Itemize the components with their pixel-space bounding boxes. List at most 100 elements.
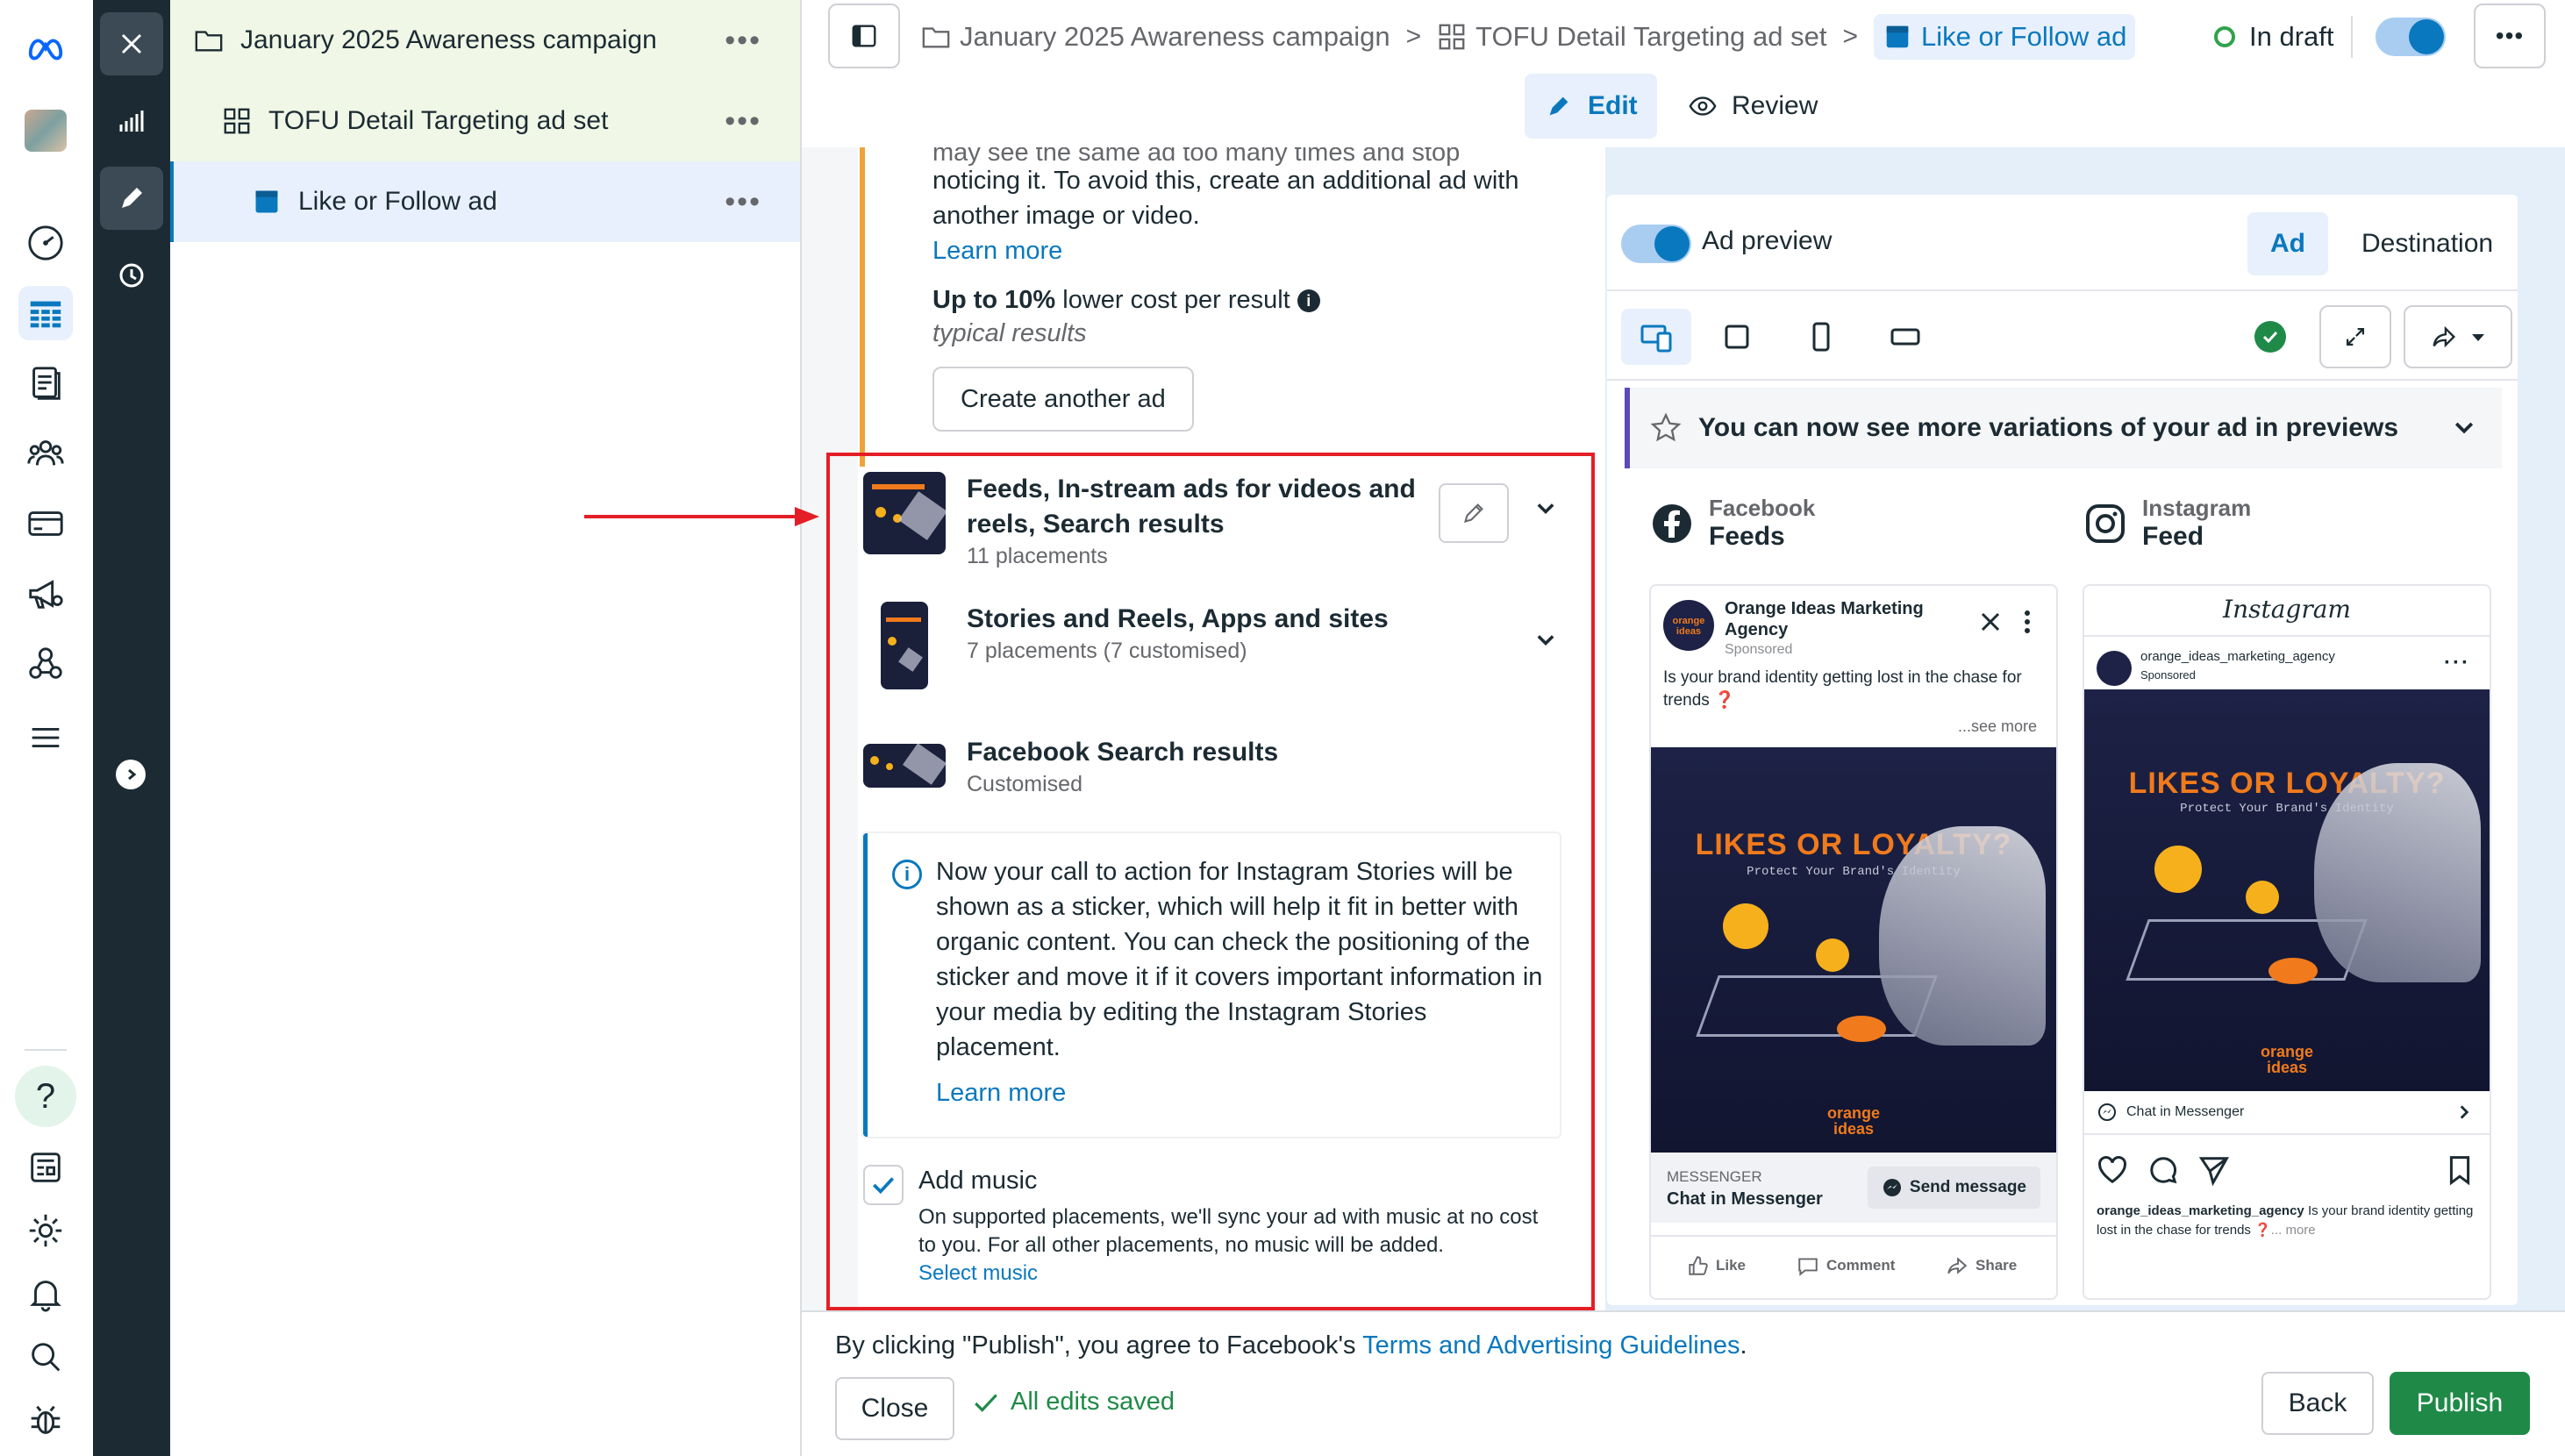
savings-highlight: Up to 10%	[932, 286, 1056, 314]
notifications-bell-icon[interactable]	[18, 1267, 73, 1321]
create-another-ad-button[interactable]: Create another ad	[932, 367, 1194, 432]
send-paper-plane-icon[interactable]	[2198, 1154, 2230, 1186]
edit-placement-pencil-icon[interactable]	[1439, 483, 1509, 543]
select-music-link[interactable]: Select music	[918, 1261, 1038, 1286]
info-learn-more-link[interactable]: Learn more	[936, 1079, 1066, 1108]
help-question-icon[interactable]: ?	[15, 1066, 76, 1127]
facebook-feed-preview[interactable]: orange ideas Orange Ideas Marketing Agenc…	[1651, 586, 2056, 1298]
placement-search-status: Customised	[967, 772, 1082, 796]
instagram-wordmark: Instagram	[2223, 595, 2351, 624]
adset-more-options-icon[interactable]: •••	[725, 104, 761, 139]
folder-icon	[922, 27, 950, 48]
ad-active-toggle[interactable]	[2376, 18, 2446, 56]
landscape-view-icon[interactable]	[1870, 309, 1940, 365]
variations-banner-text: You can now see more variations of your …	[1698, 413, 2399, 442]
placement-stories-thumbnail	[881, 602, 928, 689]
facebook-post-more-icon[interactable]	[2023, 609, 2032, 635]
all-tools-menu-icon[interactable]	[18, 710, 73, 765]
meta-logo-icon[interactable]	[18, 21, 73, 75]
instagram-cta-bar[interactable]: Chat in Messenger	[2084, 1091, 2490, 1135]
facebook-hide-close-icon[interactable]	[1977, 609, 2004, 635]
placement-group-feeds[interactable]: Feeds, In-stream ads for videos and reel…	[863, 472, 1423, 569]
tree-adset-row[interactable]: TOFU Detail Targeting ad set •••	[170, 81, 800, 161]
toggle-sidebar-icon[interactable]	[828, 4, 900, 68]
send-message-button[interactable]: Send message	[1867, 1167, 2040, 1209]
placement-group-fb-search[interactable]: Facebook Search results Customised	[863, 735, 1423, 797]
settings-gear-icon[interactable]	[18, 1203, 73, 1258]
banner-chevron-down-icon[interactable]	[2451, 415, 2477, 441]
share-preview-dropdown[interactable]	[2404, 305, 2512, 368]
recommendation-learn-more-link[interactable]: Learn more	[932, 233, 1564, 268]
recommendation-savings: Up to 10% lower cost per result i	[932, 282, 1564, 318]
facebook-like-action[interactable]: Like	[1686, 1254, 1746, 1277]
placement-search-title: Facebook Search results	[967, 738, 1279, 767]
instagram-caption-more[interactable]: ❓... more	[2254, 1223, 2316, 1238]
more-options-icon[interactable]: •••	[2474, 4, 2546, 68]
heart-icon[interactable]	[2097, 1154, 2128, 1186]
breadcrumb-campaign[interactable]: January 2025 Awareness campaign	[921, 21, 1390, 53]
back-button[interactable]: Back	[2261, 1372, 2374, 1435]
terms-link[interactable]: Terms and Advertising Guidelines	[1362, 1331, 1740, 1360]
breadcrumb-ad[interactable]: Like or Follow ad	[1873, 14, 2136, 60]
send-message-label: Send message	[1909, 1178, 2026, 1196]
add-music-checkbox[interactable]	[863, 1165, 904, 1205]
ad-more-options-icon[interactable]: •••	[725, 185, 761, 219]
account-avatar[interactable]	[18, 103, 73, 158]
pages-icon[interactable]	[18, 356, 73, 410]
placement-feeds-chevron-down-icon[interactable]	[1533, 496, 1558, 527]
billing-card-icon[interactable]	[18, 496, 73, 551]
facebook-caption: Is your brand identity getting lost in t…	[1663, 667, 2044, 712]
tab-destination[interactable]: Destination	[2339, 212, 2516, 275]
instagram-post-more-icon[interactable]: ···	[2444, 651, 2470, 675]
news-icon[interactable]	[18, 1140, 73, 1195]
facebook-see-more-link[interactable]: ...see more	[1958, 717, 2037, 736]
square-view-icon[interactable]	[1702, 309, 1772, 365]
portrait-view-icon[interactable]	[1786, 309, 1856, 365]
preview-device-toolbar	[1607, 293, 2518, 381]
close-button[interactable]: Close	[835, 1377, 954, 1440]
desktop-mobile-view-icon[interactable]	[1621, 309, 1691, 365]
mode-switcher: Edit Review	[802, 74, 2565, 144]
placement-stories-chevron-down-icon[interactable]	[1533, 628, 1558, 659]
instagram-placement-label: Feed	[2142, 522, 2204, 551]
adset-grid-icon	[1439, 24, 1465, 50]
edit-pencil-icon[interactable]	[100, 167, 163, 230]
instagram-feed-preview[interactable]: Instagram orange_ideas_marketing_agency …	[2084, 586, 2490, 1298]
tree-ad-row[interactable]: Like or Follow ad •••	[170, 161, 800, 242]
instagram-account-avatar	[2097, 651, 2132, 686]
campaign-more-options-icon[interactable]: •••	[725, 24, 761, 58]
tab-edit[interactable]: Edit	[1525, 74, 1657, 139]
bookmark-icon[interactable]	[2444, 1154, 2476, 1186]
audiences-icon[interactable]	[18, 426, 73, 481]
instagram-sponsored-label: Sponsored	[2140, 668, 2196, 682]
ad-preview-toggle[interactable]	[1621, 225, 1691, 263]
publish-button[interactable]: Publish	[2390, 1372, 2530, 1435]
ad-square-icon	[251, 186, 282, 218]
breadcrumb-adset[interactable]: TOFU Detail Targeting ad set	[1437, 21, 1826, 53]
instagram-caption-handle: orange_ideas_marketing_agency	[2097, 1203, 2304, 1218]
ads-manager-table-icon[interactable]	[18, 286, 73, 340]
placement-group-stories[interactable]: Stories and Reels, Apps and sites 7 plac…	[863, 602, 1423, 689]
report-bug-icon[interactable]	[18, 1393, 73, 1447]
tab-ad[interactable]: Ad	[2247, 212, 2328, 275]
info-filled-icon[interactable]: i	[1297, 289, 1320, 312]
checkmark-icon	[873, 1177, 895, 1195]
facebook-share-action[interactable]: Share	[1946, 1254, 2017, 1277]
comment-bubble-icon[interactable]	[2147, 1154, 2179, 1186]
history-clock-icon[interactable]	[100, 244, 163, 307]
expand-panel-chevron-icon[interactable]	[116, 760, 146, 789]
fullscreen-expand-icon[interactable]	[2319, 305, 2391, 368]
performance-chart-icon[interactable]	[100, 89, 163, 153]
search-icon[interactable]	[18, 1330, 73, 1384]
tab-edit-label: Edit	[1588, 91, 1638, 120]
business-tools-icon[interactable]	[18, 637, 73, 691]
tab-review[interactable]: Review	[1668, 74, 1837, 139]
editor-side-nav	[93, 0, 170, 1456]
variations-banner[interactable]: You can now see more variations of your …	[1625, 388, 2502, 468]
tree-campaign-row[interactable]: January 2025 Awareness campaign •••	[170, 0, 800, 81]
dashboard-gauge-icon[interactable]	[18, 216, 73, 270]
instagram-action-row	[2097, 1154, 2230, 1186]
facebook-comment-action[interactable]: Comment	[1797, 1254, 1895, 1277]
campaign-megaphone-icon[interactable]	[18, 567, 73, 621]
close-editor-icon[interactable]	[100, 12, 163, 75]
